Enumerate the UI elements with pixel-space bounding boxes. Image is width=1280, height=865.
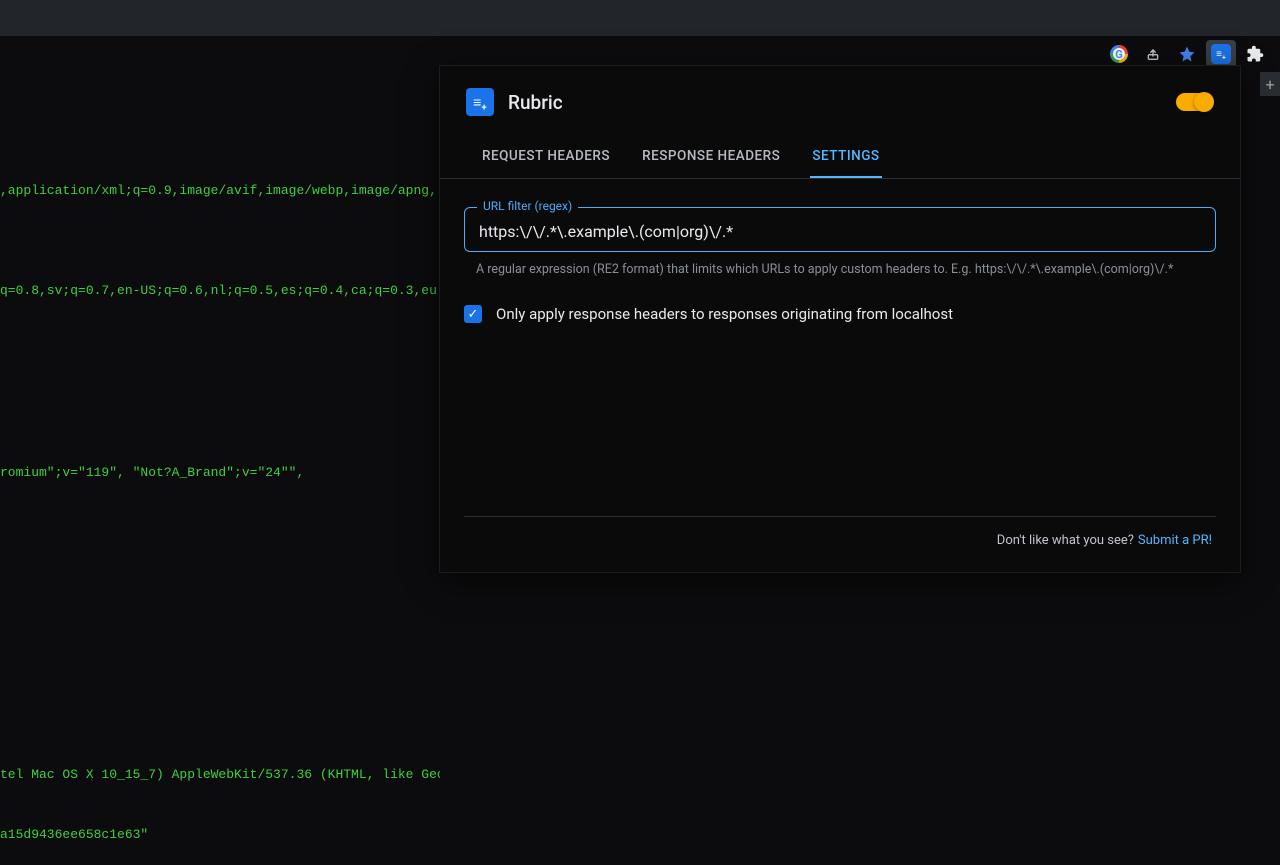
extensions-puzzle-icon[interactable] (1240, 40, 1270, 68)
enabled-toggle[interactable] (1176, 93, 1212, 111)
url-filter-field[interactable]: URL filter (regex) (464, 207, 1216, 252)
tab-bar: REQUEST HEADERS RESPONSE HEADERS SETTING… (440, 126, 1240, 179)
settings-panel: URL filter (regex) A regular expression … (440, 179, 1240, 572)
rubric-extension-icon[interactable]: ≡₊ (1206, 40, 1236, 68)
url-filter-label: URL filter (regex) (477, 199, 578, 213)
popup-header: ≡₊ Rubric (440, 66, 1240, 126)
localhost-only-checkbox[interactable]: ✓ (464, 305, 482, 323)
tab-settings[interactable]: SETTINGS (810, 138, 881, 178)
tab-request-headers[interactable]: REQUEST HEADERS (480, 138, 612, 178)
url-filter-helper: A regular expression (RE2 format) that l… (476, 262, 1212, 277)
footer-text: Don't like what you see? (997, 533, 1134, 548)
popup-title: Rubric (508, 91, 1176, 114)
extension-popup: ≡₊ Rubric REQUEST HEADERS RESPONSE HEADE… (440, 66, 1240, 572)
new-tab-button[interactable]: + (1260, 72, 1280, 96)
localhost-only-row[interactable]: ✓ Only apply response headers to respons… (464, 305, 1216, 323)
share-icon[interactable] (1138, 40, 1168, 68)
url-filter-input[interactable] (479, 222, 1201, 241)
browser-tab-strip (0, 0, 1280, 36)
google-account-icon[interactable] (1104, 40, 1134, 68)
tab-response-headers[interactable]: RESPONSE HEADERS (640, 138, 782, 178)
rubric-logo-icon: ≡₊ (466, 88, 494, 116)
submit-pr-link[interactable]: Submit a PR! (1138, 533, 1212, 548)
localhost-only-label: Only apply response headers to responses… (496, 305, 953, 323)
bookmark-star-icon[interactable] (1172, 40, 1202, 68)
popup-footer: Don't like what you see? Submit a PR! (464, 516, 1216, 572)
background-code: ,application/xml;q=0.9,image/avif,image/… (0, 100, 440, 865)
